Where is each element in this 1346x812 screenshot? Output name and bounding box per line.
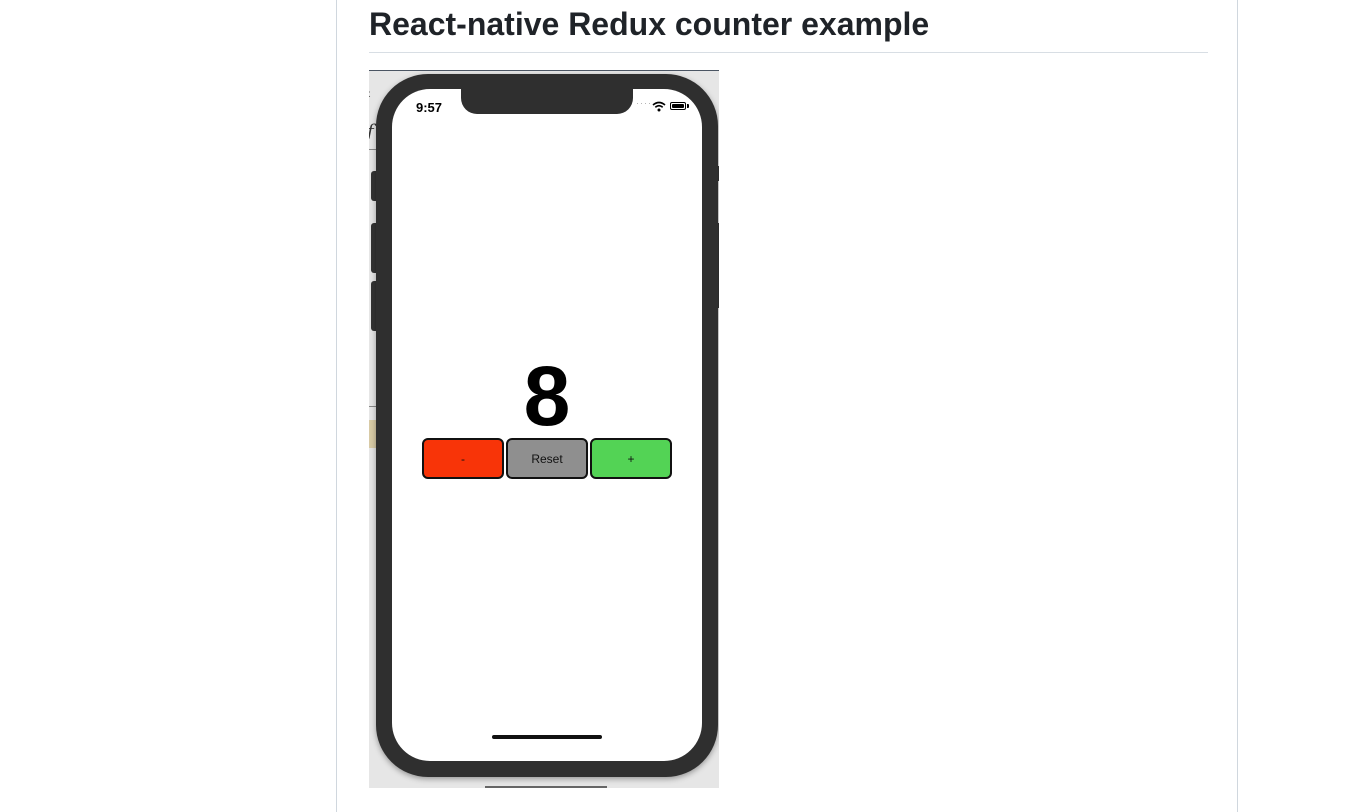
iphone-frame: 9:57 ···· 8 - Reset + <box>376 74 718 777</box>
decrement-button[interactable]: - <box>422 438 504 479</box>
phone-screen: 9:57 ···· 8 - Reset + <box>392 89 702 761</box>
divider <box>485 786 607 788</box>
signal-dots-icon: ···· <box>636 98 652 108</box>
background-editor-glyph: f <box>369 121 374 142</box>
battery-icon <box>670 102 686 110</box>
increment-button[interactable]: + <box>590 438 672 479</box>
demo-screenshot: ‹ f 9:57 ···· <box>369 70 719 788</box>
chevron-left-icon: ‹ <box>369 85 371 101</box>
readme-article: React-native Redux counter example ‹ f 9… <box>336 0 1238 812</box>
counter-value: 8 <box>523 349 571 443</box>
status-time: 9:57 <box>416 100 443 115</box>
phone-notch <box>461 89 633 114</box>
wifi-icon <box>652 101 666 112</box>
home-indicator <box>492 735 602 739</box>
battery-tip <box>687 104 689 108</box>
page-title: React-native Redux counter example <box>369 3 1208 53</box>
reset-button[interactable]: Reset <box>506 438 588 479</box>
